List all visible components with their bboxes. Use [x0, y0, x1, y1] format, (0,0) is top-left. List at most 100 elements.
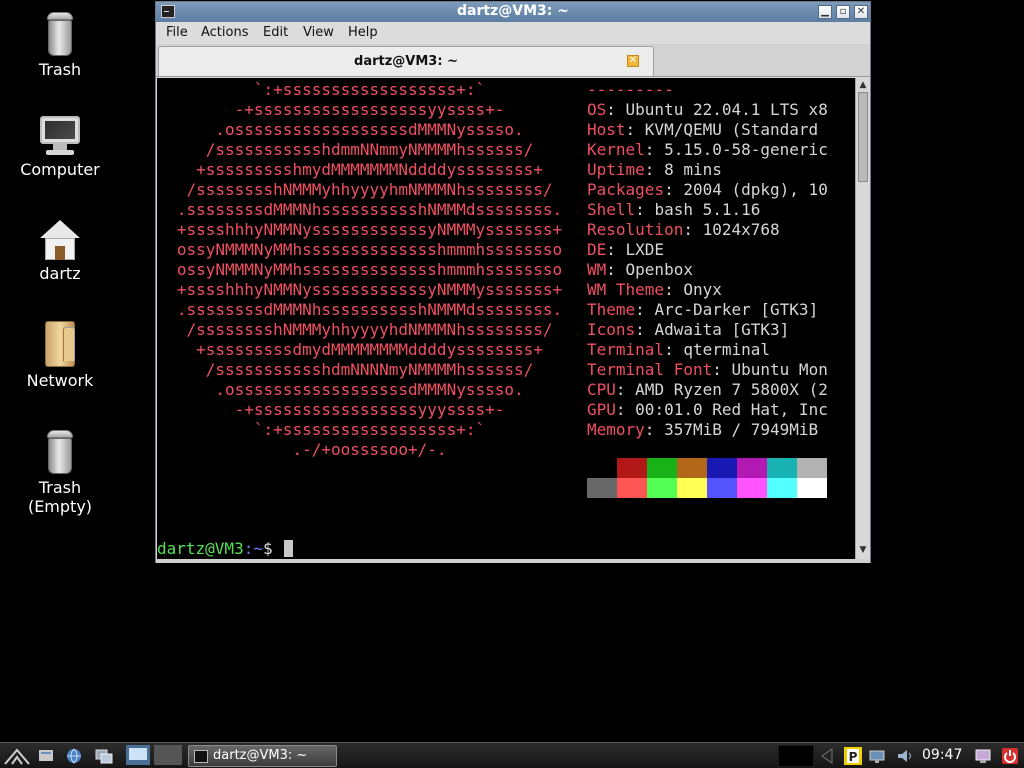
- prompt-path: :~: [243, 539, 263, 558]
- text-cursor: [284, 540, 294, 557]
- color-swatch: [587, 478, 617, 498]
- info-line: WM: Openbox: [587, 260, 693, 279]
- ascii-logo-line: .ossssssssssssssssssdMMMNysssso.: [215, 120, 524, 139]
- desktop-icon-network[interactable]: Network: [10, 321, 110, 390]
- desktop-icon-label: Network: [26, 371, 94, 390]
- back-arrow-icon[interactable]: [818, 747, 836, 765]
- menu-actions[interactable]: Actions: [201, 25, 249, 40]
- desktop-icon-trash[interactable]: Trash: [10, 12, 110, 79]
- minimize-button[interactable]: ▁: [818, 5, 832, 19]
- power-icon[interactable]: [1001, 747, 1019, 765]
- desktop-pager-2[interactable]: [154, 745, 182, 765]
- info-line: Theme: Arc-Darker [GTK3]: [587, 300, 819, 319]
- tab-bar: dartz@VM3: ~ ✕: [156, 44, 870, 77]
- info-key: GPU: [587, 400, 616, 419]
- desktop-icon-computer[interactable]: Computer: [10, 116, 110, 179]
- info-line: Kernel: 5.15.0-58-generic: [587, 140, 828, 159]
- clock[interactable]: 09:47: [922, 747, 962, 763]
- info-line: GPU: 00:01.0 Red Hat, Inc: [587, 400, 828, 419]
- window-title: dartz@VM3: ~: [457, 3, 569, 19]
- info-key: Terminal Font: [587, 360, 713, 379]
- cpu-monitor-icon: [778, 745, 814, 767]
- ascii-logo-line: +sssshhhyNMMNyssssssssssssyNMMMysssssss+: [176, 280, 563, 299]
- close-button[interactable]: ✕: [854, 5, 868, 19]
- shell-prompt[interactable]: dartz@VM3:~$: [157, 539, 294, 559]
- ascii-logo-line: .ossssssssssssssssssdMMMNysssso.: [215, 380, 524, 399]
- volume-icon[interactable]: [896, 747, 914, 765]
- info-line: Resolution: 1024x768: [587, 220, 780, 239]
- ascii-logo-line: `:+ssssssssssssssssss+:`: [253, 80, 486, 99]
- info-key: WM Theme: [587, 280, 665, 299]
- desktop-icon-label: Computer: [20, 160, 100, 179]
- info-key: Host: [587, 120, 626, 139]
- ubuntu-ascii-logo: `:+ssssssssssssssssss+:` -+ssssssssssssss…: [157, 80, 582, 460]
- taskbar-task-terminal[interactable]: dartz@VM3: ~: [188, 745, 337, 767]
- info-key: Icons: [587, 320, 636, 339]
- color-swatch: [797, 458, 827, 478]
- status-bar: [156, 559, 870, 563]
- info-value: AMD Ryzen 7 5800X (2: [635, 380, 828, 399]
- info-key: Resolution: [587, 220, 684, 239]
- scroll-down-icon[interactable]: ▼: [857, 544, 869, 556]
- ascii-logo-line: /sssssssshNMMMyhhyyyyhmNMMMNhssssssss/: [186, 180, 553, 199]
- prompt-sign: $: [262, 539, 283, 558]
- info-value: LXDE: [625, 240, 665, 259]
- menu-view[interactable]: View: [303, 25, 334, 40]
- file-manager-icon[interactable]: [37, 747, 55, 765]
- info-key: Shell: [587, 200, 636, 219]
- window-titlebar[interactable]: dartz@VM3: ~ ▁ ▫ ✕: [156, 2, 870, 22]
- tab-close-icon[interactable]: ✕: [627, 55, 639, 67]
- color-swatch: [617, 478, 647, 498]
- menu-edit[interactable]: Edit: [263, 25, 288, 40]
- lxde-menu-icon[interactable]: [4, 747, 30, 765]
- menu-bar: File Actions Edit View Help: [156, 22, 870, 44]
- scroll-up-icon[interactable]: ▲: [857, 79, 869, 91]
- info-line: Memory: 357MiB / 7949MiB: [587, 420, 819, 439]
- ascii-logo-line: -+ssssssssssssssssssyyssss+-: [234, 100, 505, 119]
- info-key: Kernel: [587, 140, 645, 159]
- info-line: Terminal: qterminal: [587, 340, 771, 359]
- ascii-logo-line: ossyNMMMNyMMhsssssssssssssshmmmhssssssso: [176, 240, 563, 259]
- scroll-thumb[interactable]: [858, 92, 868, 182]
- network-icon[interactable]: [868, 747, 886, 765]
- color-swatch: [797, 478, 827, 498]
- network-folder-icon: [43, 321, 77, 367]
- web-browser-icon[interactable]: [65, 747, 83, 765]
- vertical-scrollbar[interactable]: ▲ ▼: [855, 78, 870, 559]
- lock-screen-icon[interactable]: [974, 747, 992, 765]
- terminal-tab[interactable]: dartz@VM3: ~ ✕: [158, 46, 654, 76]
- color-swatch: [647, 478, 677, 498]
- desktop-pager-1[interactable]: [126, 745, 150, 765]
- color-swatch: [707, 478, 737, 498]
- info-line: Uptime: 8 mins: [587, 160, 722, 179]
- info-value: Ubuntu Mon: [731, 360, 828, 379]
- desktop-icon-label: dartz: [39, 264, 81, 283]
- desktop-icon-label: Trash: [38, 60, 82, 79]
- desktop-icon-trash-empty[interactable]: Trash (Empty): [10, 430, 110, 516]
- ascii-logo-line: /ssssssssssshdmmNNmmyNMMMMhssssss/: [205, 140, 534, 159]
- info-value: 00:01.0 Red Hat, Inc: [635, 400, 828, 419]
- info-value: Arc-Darker [GTK3]: [654, 300, 819, 319]
- terminal-task-icon: [194, 750, 208, 763]
- terminal-output[interactable]: `:+ssssssssssssssssss+:` -+ssssssssssssss…: [157, 78, 855, 559]
- taskbar-task-label: dartz@VM3: ~: [213, 748, 308, 763]
- info-line: OS: Ubuntu 22.04.1 LTS x8: [587, 100, 828, 119]
- info-line: CPU: AMD Ryzen 7 5800X (2: [587, 380, 828, 399]
- menu-file[interactable]: File: [166, 25, 188, 40]
- maximize-button[interactable]: ▫: [836, 5, 850, 19]
- info-value: 2004 (dpkg), 10: [683, 180, 828, 199]
- color-swatch: [587, 458, 617, 478]
- info-value: KVM/QEMU (Standard: [644, 120, 819, 139]
- info-key: Packages: [587, 180, 665, 199]
- info-key: OS: [587, 100, 607, 119]
- parking-sign-icon[interactable]: P: [843, 746, 863, 766]
- color-swatch: [767, 458, 797, 478]
- trash-icon: [45, 12, 75, 56]
- info-value: 357MiB / 7949MiB: [664, 420, 819, 439]
- windows-switch-icon[interactable]: [95, 747, 113, 765]
- ascii-logo-line: `:+ssssssssssssssssss+:`: [253, 420, 486, 439]
- desktop-icon-home[interactable]: dartz: [10, 220, 110, 283]
- info-line: WM Theme: Onyx: [587, 280, 722, 299]
- menu-help[interactable]: Help: [348, 25, 378, 40]
- svg-text:P: P: [849, 750, 858, 764]
